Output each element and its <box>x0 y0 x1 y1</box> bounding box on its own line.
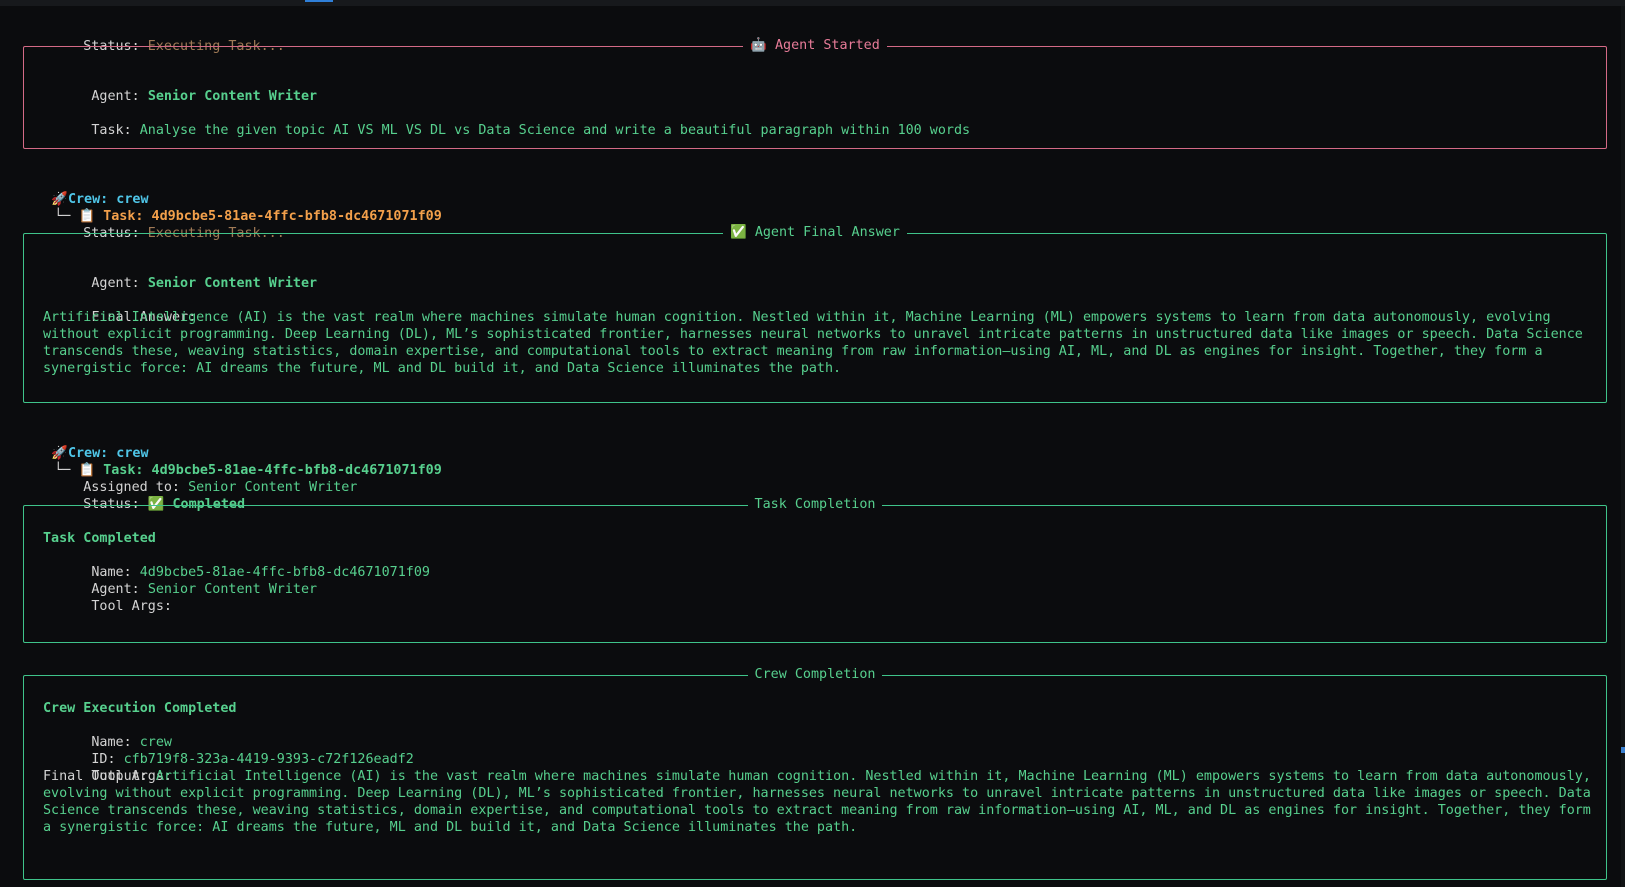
tool-args-line: Tool Args: <box>43 581 172 632</box>
panel-title: ✅ Agent Final Answer <box>24 224 1606 242</box>
scrollbar[interactable] <box>1621 6 1625 887</box>
panel-title: Crew Completion <box>24 666 1606 684</box>
final-output-text: Final Output: Artificial Intelligence (A… <box>43 768 1598 836</box>
agent-label: Agent: <box>91 276 140 291</box>
final-answer-text: Artificial Intelligence (AI) is the vast… <box>43 310 1583 376</box>
panel-title: 🤖 Agent Started <box>24 37 1606 55</box>
check-icon: ✅ <box>730 225 747 240</box>
robot-icon: 🤖 <box>750 38 767 53</box>
crew-completed-heading: Crew Execution Completed <box>43 701 237 716</box>
task-description: Analyse the given topic AI VS ML VS DL v… <box>139 123 971 138</box>
panel-title: Task Completion <box>24 496 1606 514</box>
agent-started-panel: 🤖 Agent Started Agent: Senior Content Wr… <box>23 38 1607 149</box>
agent-value: Senior Content Writer <box>147 582 318 597</box>
task-line: Task: Analyse the given topic AI VS ML V… <box>43 105 970 156</box>
agent-label: Agent: <box>91 89 140 104</box>
active-tab-indicator[interactable] <box>305 0 333 2</box>
terminal-tab-bar <box>0 0 1625 6</box>
crew-completion-panel: Crew Completion Crew Execution Completed… <box>23 667 1607 880</box>
task-completed-heading: Task Completed <box>43 531 156 546</box>
final-output-label: Final Output: <box>43 769 148 784</box>
scrollbar-marker[interactable] <box>1621 747 1625 753</box>
final-output-value: Artificial Intelligence (AI) is the vast… <box>43 769 1591 835</box>
agent-name: Senior Content Writer <box>147 276 318 291</box>
agent-final-answer-panel: ✅ Agent Final Answer Agent: Senior Conte… <box>23 225 1607 403</box>
task-label: Task: <box>91 123 132 138</box>
panel-title-text: Agent Started <box>774 38 880 53</box>
task-completion-panel: Task Completion Task Completed Name: 4d9… <box>23 497 1607 643</box>
panel-title-text: Crew Completion <box>754 667 876 682</box>
panel-title-text: Task Completion <box>754 497 876 512</box>
tool-args-label: Tool Args: <box>91 599 172 614</box>
agent-name: Senior Content Writer <box>147 89 318 104</box>
panel-title-text: Agent Final Answer <box>754 225 900 240</box>
